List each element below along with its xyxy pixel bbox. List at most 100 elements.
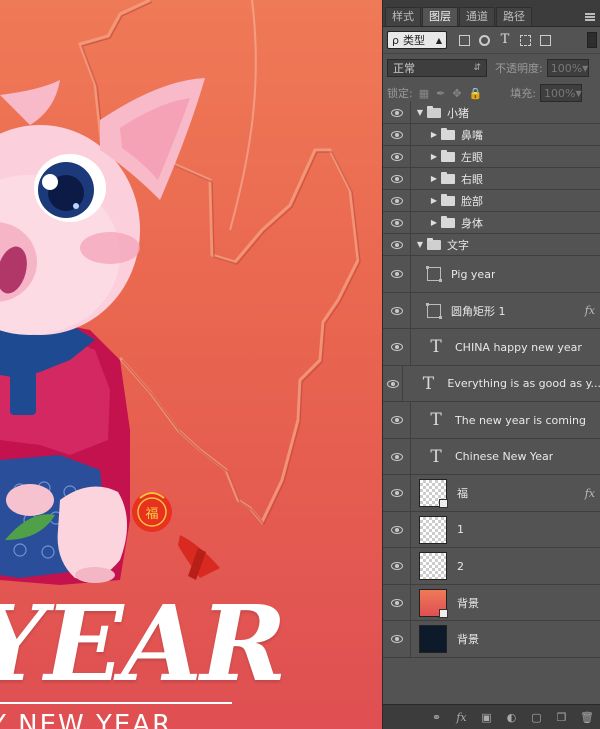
visibility-eye-icon[interactable] xyxy=(383,439,411,474)
lock-paint-icon[interactable]: ✒ xyxy=(436,87,445,100)
smart-object-badge-icon xyxy=(439,499,448,508)
layer-row[interactable]: ▶ 身体 xyxy=(383,212,600,234)
visibility-eye-icon[interactable] xyxy=(383,256,411,292)
layer-filter-row: ρ 类型 ▲ T xyxy=(383,27,600,54)
shape-layer-icon xyxy=(426,302,442,319)
opacity-value: 100% xyxy=(550,61,583,75)
blend-mode-select[interactable]: 正常 ⇵ xyxy=(387,59,487,77)
new-layer-icon[interactable]: ❐ xyxy=(555,711,568,724)
visibility-eye-icon[interactable] xyxy=(383,190,411,211)
text-layer-icon: T xyxy=(430,446,442,467)
blend-row: 正常 ⇵ 不透明度: 100% ▼ xyxy=(383,54,600,82)
layer-row[interactable]: Pig year xyxy=(383,256,600,293)
visibility-eye-icon[interactable] xyxy=(383,212,411,233)
adjustment-layer-icon[interactable]: ◐ xyxy=(505,711,518,724)
visibility-eye-icon[interactable] xyxy=(383,168,411,189)
expand-arrow-icon[interactable]: ▶ xyxy=(429,196,439,205)
expand-arrow-icon[interactable]: ▶ xyxy=(429,130,439,139)
layer-row[interactable]: 背景 xyxy=(383,621,600,658)
fill-input[interactable]: 100% ▼ xyxy=(539,84,582,102)
lock-move-icon[interactable]: ✥ xyxy=(452,87,461,100)
layer-name: 福 xyxy=(457,487,468,500)
folder-icon xyxy=(441,127,455,140)
layer-row[interactable]: T The new year is coming xyxy=(383,402,600,439)
opacity-input[interactable]: 100% ▼ xyxy=(546,59,589,77)
smart-object-badge-icon xyxy=(439,608,448,618)
folder-icon xyxy=(427,237,441,250)
visibility-eye-icon[interactable] xyxy=(383,234,411,255)
layer-thumbnail xyxy=(419,552,447,580)
visibility-eye-icon[interactable] xyxy=(383,146,411,167)
layer-row[interactable]: T Chinese New Year xyxy=(383,439,600,475)
text-layer-icon: T xyxy=(430,410,442,430)
folder-icon xyxy=(427,105,441,118)
layer-name: 1 xyxy=(457,523,464,536)
layer-name: 2 xyxy=(457,559,464,573)
new-group-icon[interactable]: ▢ xyxy=(530,711,543,724)
link-layers-icon[interactable]: ⚭ xyxy=(430,711,443,724)
filter-toggle[interactable] xyxy=(587,32,597,48)
layer-row[interactable]: T CHINA happy new year xyxy=(383,329,600,366)
layer-row[interactable]: ▶ 鼻嘴 xyxy=(383,124,600,146)
fill-value: 100% xyxy=(543,86,576,100)
layer-effects-icon[interactable]: fx xyxy=(585,304,595,317)
delete-layer-icon[interactable]: 🗑 xyxy=(580,711,594,724)
visibility-eye-icon[interactable] xyxy=(383,512,411,547)
layer-name: 鼻嘴 xyxy=(461,128,483,142)
search-icon: ρ xyxy=(392,33,399,47)
expand-arrow-icon[interactable]: ▶ xyxy=(429,218,439,227)
visibility-eye-icon[interactable] xyxy=(383,102,411,123)
visibility-eye-icon[interactable] xyxy=(383,475,411,511)
layer-row[interactable]: 背景 xyxy=(383,585,600,621)
new-year-subtitle: Y NEW YEAR xyxy=(0,710,173,729)
panel-menu-icon[interactable] xyxy=(585,13,595,21)
tab-3[interactable]: 路径 xyxy=(496,7,532,26)
layer-row[interactable]: ▶ 右眼 xyxy=(383,168,600,190)
layer-name: Chinese New Year xyxy=(455,450,554,463)
text-layer-icon: T xyxy=(430,337,442,357)
layer-row[interactable]: 福 fx xyxy=(383,475,600,512)
visibility-eye-icon[interactable] xyxy=(383,366,404,401)
visibility-eye-icon[interactable] xyxy=(383,585,411,620)
lock-transparent-icon[interactable]: ▦ xyxy=(419,87,429,100)
pixel-filter-icon[interactable] xyxy=(459,34,470,46)
select-caret-icon: ▲ xyxy=(435,35,442,45)
type-filter-icon[interactable]: T xyxy=(499,33,511,46)
layer-effects-icon[interactable]: fx xyxy=(585,487,595,500)
visibility-eye-icon[interactable] xyxy=(383,621,411,657)
layer-row[interactable]: ▼ 小猪 xyxy=(383,102,600,124)
layer-row[interactable]: ▶ 脸部 xyxy=(383,190,600,212)
visibility-eye-icon[interactable] xyxy=(383,402,411,438)
expand-arrow-icon[interactable]: ▶ xyxy=(429,174,439,183)
expand-arrow-icon[interactable]: ▶ xyxy=(429,152,439,161)
document-canvas[interactable]: 福 YEAR Y NEW YEAR xyxy=(0,0,382,729)
layer-row[interactable]: 圆角矩形 1 fx xyxy=(383,293,600,329)
collapse-arrow-icon[interactable]: ▼ xyxy=(415,240,425,249)
lock-all-icon[interactable]: 🔒 xyxy=(469,87,483,100)
layer-row[interactable]: ▼ 文字 xyxy=(383,234,600,256)
panel-tabs: 样式 图层 通道 路径 xyxy=(383,0,600,27)
tab-1[interactable]: 图层 xyxy=(422,7,458,26)
layer-row[interactable]: T Everything is as good as y... xyxy=(383,366,600,402)
visibility-eye-icon[interactable] xyxy=(383,329,411,365)
visibility-eye-icon[interactable] xyxy=(383,293,411,328)
layer-list: ▼ 小猪 ▶ 鼻嘴 ▶ 左眼 ▶ 右眼 ▶ 脸部 ▶ 身体 ▼ 文字 Pig year 圆角矩形 1 fx T CH… xyxy=(383,102,600,658)
layer-name: 身体 xyxy=(461,216,483,230)
lock-label: 锁定: xyxy=(387,87,413,100)
layer-row[interactable]: ▶ 左眼 xyxy=(383,146,600,168)
shape-filter-icon[interactable] xyxy=(520,34,531,46)
layer-name: 左眼 xyxy=(461,150,483,164)
layer-row[interactable]: 2 xyxy=(383,548,600,585)
layer-row[interactable]: 1 xyxy=(383,512,600,548)
opacity-caret-icon: ▼ xyxy=(582,63,589,73)
add-mask-icon[interactable]: ▣ xyxy=(480,711,493,724)
tab-0[interactable]: 样式 xyxy=(385,7,421,26)
add-style-icon[interactable]: fx xyxy=(455,711,468,724)
adjustment-filter-icon[interactable] xyxy=(479,34,490,46)
smart-object-filter-icon[interactable] xyxy=(540,34,551,46)
filter-kind-select[interactable]: ρ 类型 ▲ xyxy=(387,31,447,49)
visibility-eye-icon[interactable] xyxy=(383,548,411,584)
collapse-arrow-icon[interactable]: ▼ xyxy=(415,108,425,117)
visibility-eye-icon[interactable] xyxy=(383,124,411,145)
tab-2[interactable]: 通道 xyxy=(459,7,495,26)
